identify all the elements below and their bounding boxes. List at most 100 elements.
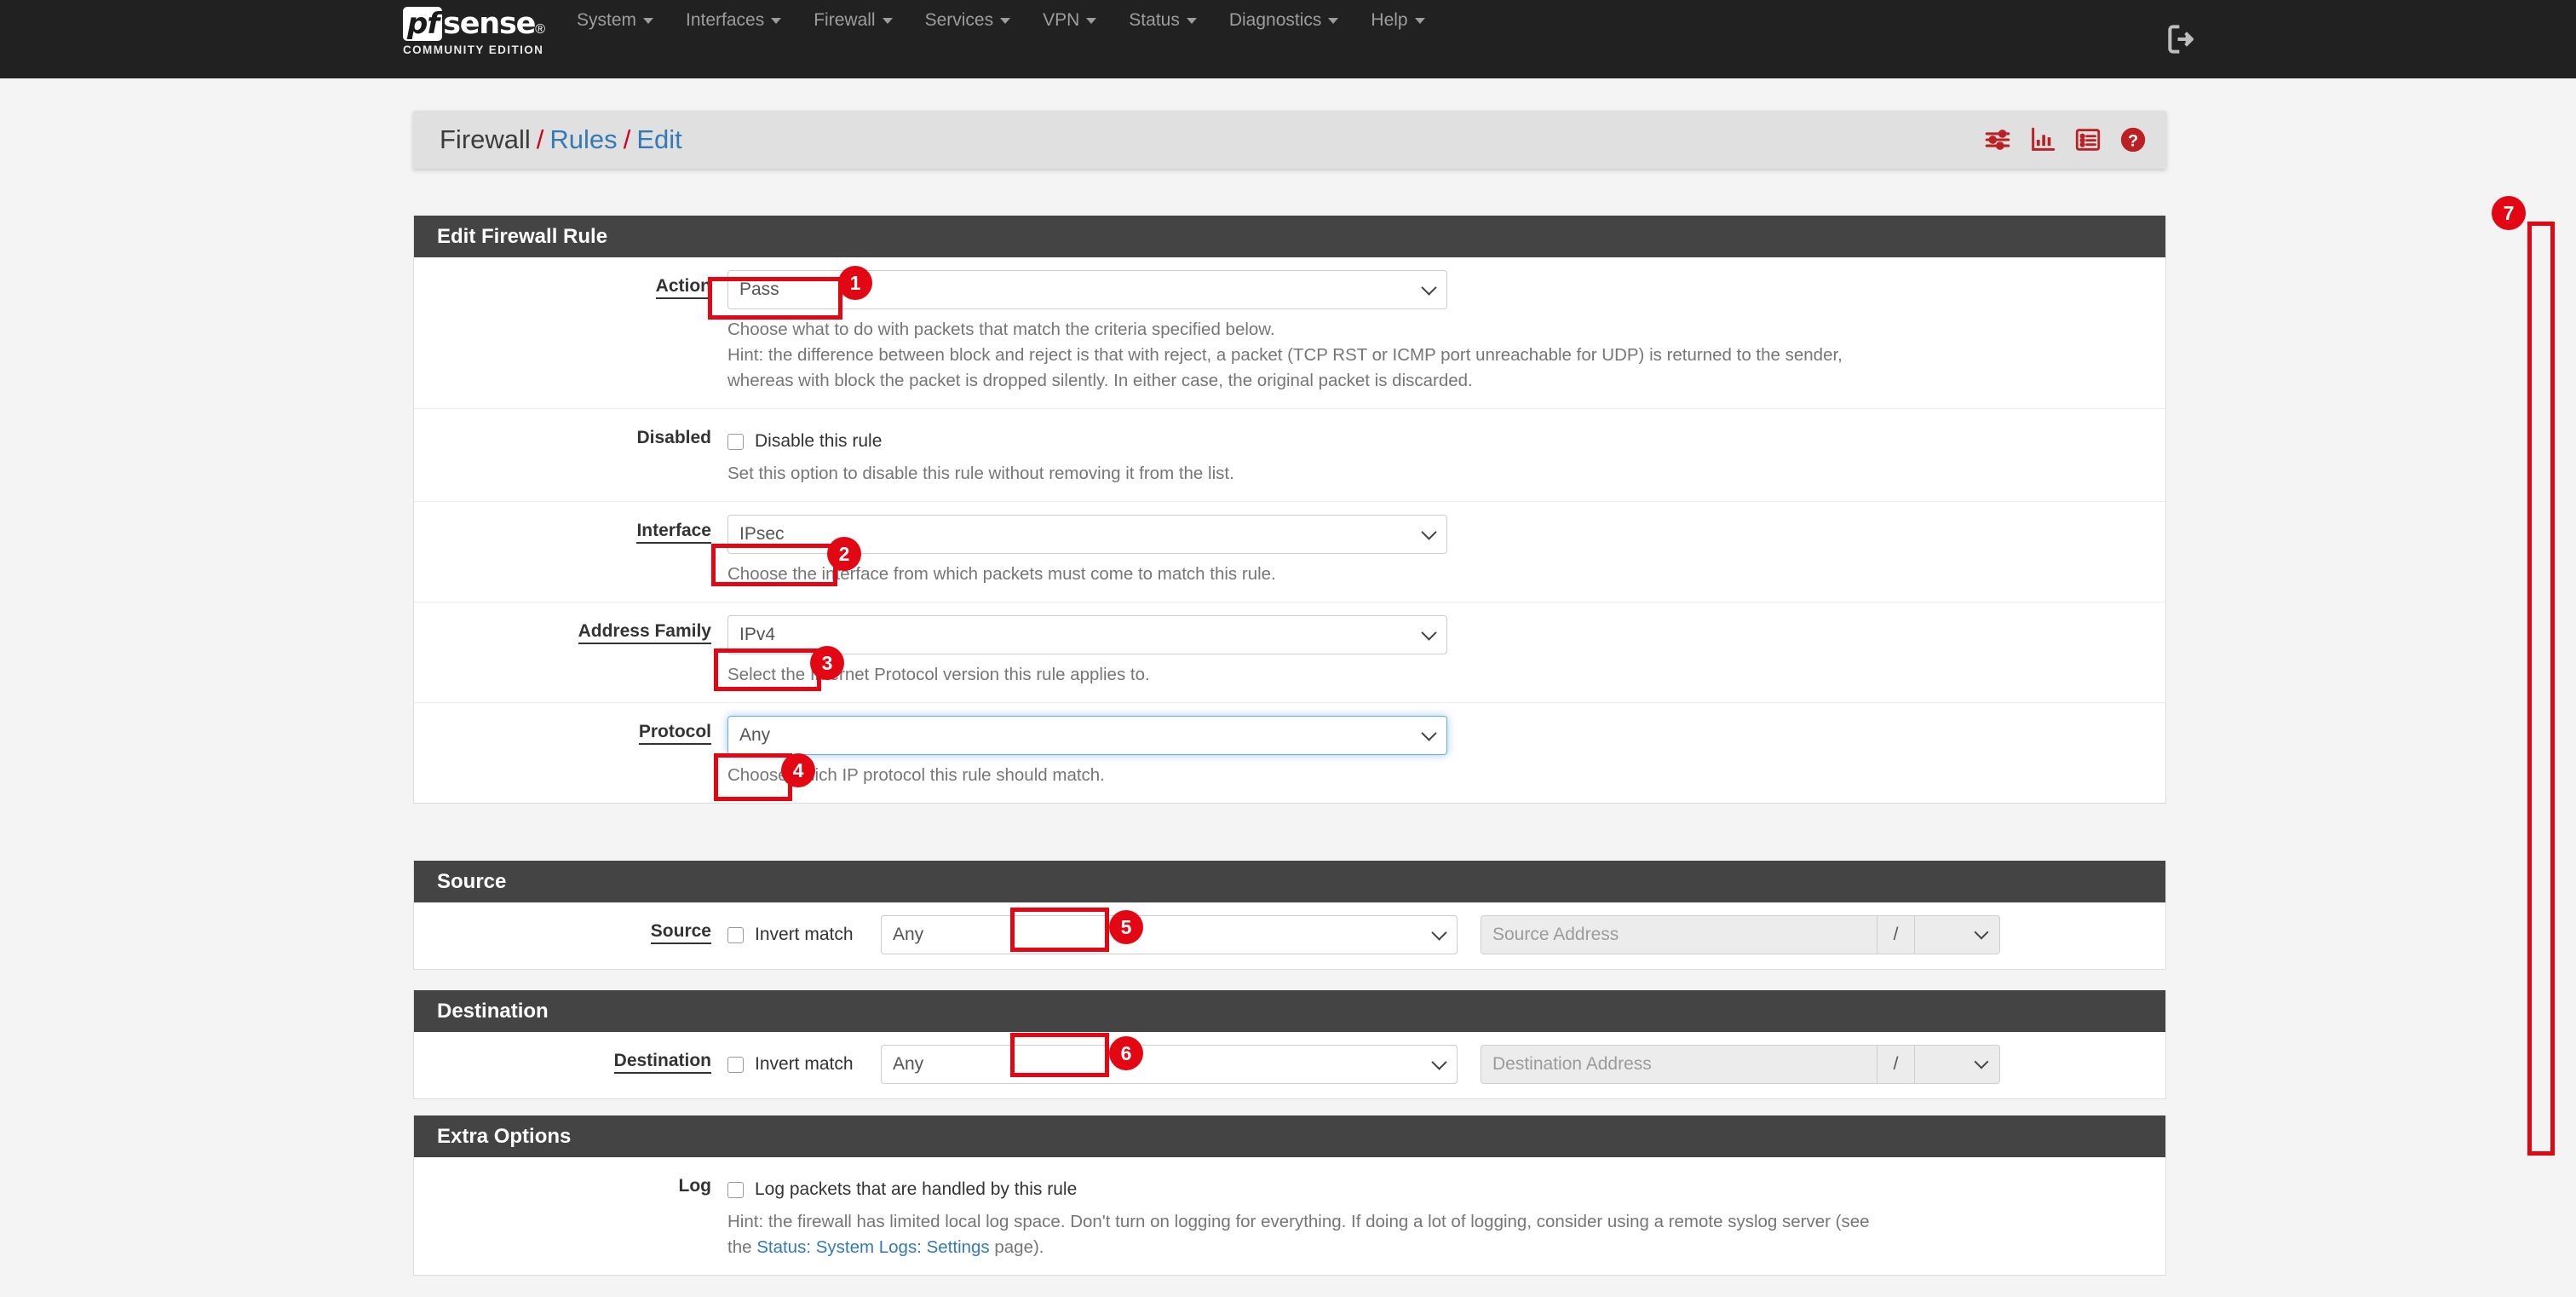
source-cidr-select[interactable]	[1914, 915, 2000, 954]
breadcrumb-separator: /	[624, 124, 631, 154]
log-packets-checkbox-label: Log packets that are handled by this rul…	[755, 1179, 1077, 1200]
nav-item-system-label: System	[577, 10, 636, 31]
destination-invert-checkbox-wrap[interactable]: Invert match	[727, 1045, 881, 1084]
action-label: Action	[414, 257, 727, 297]
action-select[interactable]: Pass	[727, 270, 1447, 309]
source-type-select[interactable]: Any	[881, 915, 1458, 954]
nav-item-help[interactable]: Help	[1354, 0, 1440, 41]
nav-item-diagnostics[interactable]: Diagnostics	[1213, 0, 1355, 41]
panel-title-extra-options: Extra Options	[414, 1115, 2165, 1157]
destination-type-select[interactable]: Any	[881, 1045, 1458, 1084]
chevron-down-icon	[1000, 18, 1010, 24]
help-circle-icon[interactable]: ?	[2119, 125, 2148, 154]
chevron-down-icon	[883, 18, 893, 24]
nav-menu: System Interfaces Firewall Services VPN …	[561, 0, 1441, 41]
nav-item-services-label: Services	[925, 10, 994, 31]
sliders-icon[interactable]	[1983, 125, 2012, 154]
breadcrumb-separator: /	[537, 124, 544, 154]
form-row-log: Log Log packets that are handled by this…	[414, 1157, 2165, 1275]
source-address-input[interactable]: Source Address	[1481, 915, 1877, 954]
form-row-action: Action Pass Choose what to do with packe…	[414, 257, 2165, 409]
protocol-help: Choose which IP protocol this rule shoul…	[727, 763, 2159, 788]
log-packets-checkbox-wrap[interactable]: Log packets that are handled by this rul…	[727, 1170, 2165, 1209]
interface-select[interactable]: IPsec	[727, 515, 1447, 554]
disabled-label: Disabled	[414, 409, 727, 448]
source-invert-checkbox[interactable]	[727, 927, 744, 943]
chevron-down-icon	[1975, 1055, 1989, 1069]
source-cidr-separator: /	[1877, 915, 1914, 954]
breadcrumb-actions: ?	[1983, 125, 2148, 154]
nav-item-diagnostics-label: Diagnostics	[1229, 10, 1322, 31]
disabled-help: Set this option to disable this rule wit…	[727, 461, 2159, 487]
disable-rule-checkbox[interactable]	[727, 434, 744, 450]
source-address-group: Source Address /	[1481, 915, 2000, 954]
form-row-destination: Destination Invert match Any Destination…	[414, 1032, 2165, 1098]
brand-subtitle: COMMUNITY EDITION	[403, 43, 543, 56]
nav-item-interfaces-label: Interfaces	[686, 10, 764, 31]
breadcrumb-item-edit[interactable]: Edit	[636, 124, 681, 154]
chevron-down-icon	[1431, 1054, 1446, 1069]
form-row-address-family: Address Family IPv4 Select the Internet …	[414, 602, 2165, 703]
destination-address-input[interactable]: Destination Address	[1481, 1045, 1877, 1084]
log-help-line-2: the Status: System Logs: Settings page).	[727, 1235, 2159, 1260]
annotation-box-7	[2527, 222, 2555, 1156]
chevron-down-icon	[1421, 725, 1436, 741]
edit-firewall-rule-panel: Edit Firewall Rule Action Pass Choose wh…	[413, 216, 2166, 804]
nav-item-firewall-label: Firewall	[814, 10, 875, 31]
form-row-interface: Interface IPsec Choose the interface fro…	[414, 502, 2165, 602]
svg-text:?: ?	[2128, 131, 2138, 150]
source-invert-label: Invert match	[755, 925, 854, 945]
chevron-down-icon	[771, 18, 781, 24]
bar-chart-icon[interactable]	[2028, 125, 2057, 154]
list-icon[interactable]	[2073, 125, 2102, 154]
action-help-line-1: Choose what to do with packets that matc…	[727, 317, 2159, 343]
log-label: Log	[414, 1157, 727, 1196]
nav-item-vpn[interactable]: VPN	[1026, 0, 1113, 41]
disable-rule-checkbox-label: Disable this rule	[755, 431, 882, 452]
sign-out-icon[interactable]	[2164, 20, 2201, 58]
nav-item-services[interactable]: Services	[909, 0, 1027, 41]
source-type-select-value: Any	[893, 925, 923, 945]
breadcrumb-bar: Firewall/Rules/Edit	[413, 111, 2166, 169]
action-select-value: Pass	[739, 280, 779, 300]
chevron-down-icon	[643, 18, 653, 24]
nav-item-status[interactable]: Status	[1113, 0, 1213, 41]
nav-item-system[interactable]: System	[561, 0, 670, 41]
protocol-select[interactable]: Any	[727, 716, 1447, 755]
interface-label: Interface	[414, 502, 727, 541]
system-logs-settings-link[interactable]: Status: System Logs: Settings	[756, 1237, 989, 1257]
breadcrumb-item-rules[interactable]: Rules	[549, 124, 617, 154]
nav-item-firewall[interactable]: Firewall	[797, 0, 908, 41]
chevron-down-icon	[1431, 925, 1446, 940]
breadcrumb: Firewall/Rules/Edit	[440, 124, 682, 155]
protocol-select-value: Any	[739, 725, 770, 746]
source-invert-checkbox-wrap[interactable]: Invert match	[727, 915, 881, 954]
chevron-down-icon	[1975, 925, 1989, 940]
interface-help: Choose the interface from which packets …	[727, 562, 2159, 587]
panel-title-destination: Destination	[414, 990, 2165, 1032]
chevron-down-icon	[1086, 18, 1096, 24]
log-packets-checkbox[interactable]	[727, 1182, 744, 1198]
destination-invert-checkbox[interactable]	[727, 1057, 744, 1073]
destination-cidr-separator: /	[1877, 1045, 1914, 1084]
address-family-select[interactable]: IPv4	[727, 615, 1447, 654]
destination-invert-label: Invert match	[755, 1054, 854, 1075]
log-help-prefix: the	[727, 1237, 756, 1257]
chevron-down-icon	[1415, 18, 1425, 24]
nav-item-vpn-label: VPN	[1043, 10, 1079, 31]
destination-type-select-value: Any	[893, 1054, 923, 1075]
source-panel: Source Source Invert match Any Source Ad…	[413, 861, 2166, 970]
form-row-source: Source Invert match Any Source Address /	[414, 902, 2165, 969]
pfsense-logo[interactable]: pfsense® COMMUNITY EDITION	[403, 7, 561, 56]
destination-cidr-select[interactable]	[1914, 1045, 2000, 1084]
nav-item-interfaces[interactable]: Interfaces	[670, 0, 797, 41]
top-navbar: pfsense® COMMUNITY EDITION System Interf…	[0, 0, 2576, 78]
panel-title-edit-rule: Edit Firewall Rule	[414, 216, 2165, 257]
breadcrumb-item-firewall: Firewall	[440, 124, 531, 154]
brand-word: sense	[443, 7, 535, 41]
chevron-down-icon	[1421, 625, 1436, 640]
pf-badge: pf	[403, 7, 442, 41]
disable-rule-checkbox-wrap[interactable]: Disable this rule	[727, 422, 2165, 461]
address-family-select-value: IPv4	[739, 625, 775, 645]
address-family-help: Select the Internet Protocol version thi…	[727, 662, 2159, 688]
